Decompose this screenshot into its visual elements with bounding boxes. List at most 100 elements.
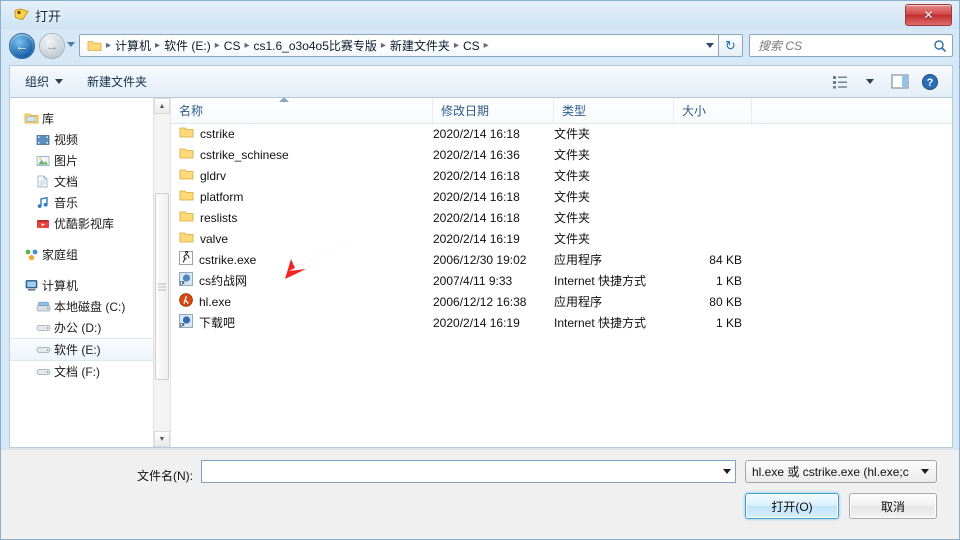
file-type-cell: 文件夹 (554, 211, 591, 225)
new-folder-button[interactable]: 新建文件夹 (78, 69, 156, 95)
filetype-value: hl.exe 或 cstrike.exe (hl.exe;c (752, 465, 909, 479)
column-header-date[interactable]: 修改日期 (433, 98, 554, 123)
scrollbar-grip-icon (158, 283, 166, 290)
breadcrumb-item-0[interactable]: 计算机 (112, 35, 154, 56)
table-row[interactable]: cstrike 2020/2/14 16:18 文件夹 (171, 123, 952, 144)
breadcrumb-item-2[interactable]: CS (221, 37, 244, 55)
drive-icon (36, 366, 54, 377)
file-type-cell: 文件夹 (554, 232, 591, 246)
sidebar-scrollbar[interactable]: ▲ ▼ (153, 98, 170, 447)
folder-icon (179, 189, 194, 205)
sidebar-item-drive-f[interactable]: 文档 (F:) (10, 361, 154, 382)
file-date-cell: 2020/2/14 16:18 (433, 168, 520, 183)
sidebar-item-computer[interactable]: 计算机 (10, 275, 154, 296)
sidebar-item-pictures[interactable]: 图片 (10, 150, 154, 171)
search-input[interactable] (750, 37, 928, 54)
help-icon[interactable]: ? (916, 70, 944, 94)
forward-button[interactable]: → (39, 33, 65, 59)
column-header-name[interactable]: 名称 (171, 98, 433, 123)
table-row[interactable]: cstrike.exe 2006/12/30 19:02 应用程序 84 KB (171, 249, 952, 270)
breadcrumb-item-4[interactable]: 新建文件夹 (387, 35, 453, 56)
view-options-icon[interactable] (826, 70, 854, 94)
breadcrumb-item-5[interactable]: CS (460, 37, 483, 55)
sidebar-item-homegroup[interactable]: 家庭组 (10, 244, 154, 265)
scroll-up-button[interactable]: ▲ (154, 98, 170, 114)
refresh-button[interactable]: ↻ (719, 34, 743, 57)
table-row[interactable]: reslists 2020/2/14 16:18 文件夹 (171, 207, 952, 228)
file-name-label: gldrv (200, 168, 227, 183)
sidebar-item-drive-d[interactable]: 办公 (D:) (10, 317, 154, 338)
file-name-cell: cstrike_schinese (171, 147, 433, 163)
sidebar-item-drive-e[interactable]: 软件 (E:) (10, 338, 154, 361)
sidebar-item-local-disk-c[interactable]: 本地磁盘 (C:) (10, 296, 154, 317)
table-row[interactable]: valve 2020/2/14 16:19 文件夹 (171, 228, 952, 249)
filename-input[interactable] (202, 463, 718, 480)
sidebar-group-computer: 计算机 本地磁盘 (C:) 办公 (D:) 软件 (E:) 文档 (F:) (10, 275, 154, 382)
file-name-label: valve (200, 231, 229, 246)
sidebar-item-label: 优酷影视库 (54, 217, 115, 231)
file-size-cell: 1 KB (715, 273, 742, 288)
view-options-dropdown-icon[interactable] (856, 70, 884, 94)
sidebar-item-documents[interactable]: 文档 (10, 171, 154, 192)
chevron-down-icon (921, 469, 929, 474)
sidebar-item-library[interactable]: 库 (10, 108, 154, 129)
file-name-cell: gldrv (171, 168, 433, 184)
cancel-button[interactable]: 取消 (849, 493, 937, 519)
file-name-label: cstrike (200, 126, 235, 141)
open-button[interactable]: 打开(O) (745, 493, 839, 519)
organize-label: 组织 (25, 75, 50, 89)
folder-icon (179, 231, 194, 247)
drive-icon (36, 322, 54, 333)
file-date-cell: 2007/4/11 9:33 (433, 273, 513, 288)
table-row[interactable]: cs约战网 2007/4/11 9:33 Internet 快捷方式 1 KB (171, 270, 952, 291)
sidebar-item-music[interactable]: 音乐 (10, 192, 154, 213)
sidebar-group-library: 库 视频 图片 文档 音乐 优酷影视库 (10, 108, 154, 234)
organize-button[interactable]: 组织 (16, 69, 72, 95)
close-button[interactable]: ✕ (905, 4, 952, 26)
history-dropdown-icon[interactable] (67, 42, 75, 47)
file-size-cell: 1 KB (715, 315, 742, 330)
file-type-cell: Internet 快捷方式 (554, 274, 647, 288)
table-row[interactable]: cstrike_schinese 2020/2/14 16:36 文件夹 (171, 144, 952, 165)
table-row[interactable]: hl.exe 2006/12/12 16:38 应用程序 80 KB (171, 291, 952, 312)
scrollbar-thumb[interactable] (155, 193, 169, 380)
preview-pane-icon[interactable] (886, 70, 914, 94)
column-headers: 名称 修改日期 类型 大小 (171, 98, 952, 124)
file-type-cell: 应用程序 (554, 295, 603, 309)
sidebar-item-videos[interactable]: 视频 (10, 129, 154, 150)
back-button[interactable]: ← (9, 33, 35, 59)
scroll-down-button[interactable]: ▼ (154, 431, 170, 447)
breadcrumb-item-1[interactable]: 软件 (E:) (161, 35, 214, 56)
file-name-label: cstrike_schinese (200, 147, 289, 162)
table-row[interactable]: platform 2020/2/14 16:18 文件夹 (171, 186, 952, 207)
chevron-down-icon (55, 79, 64, 84)
music-icon (36, 196, 54, 209)
sidebar-item-youku-library[interactable]: 优酷影视库 (10, 213, 154, 234)
table-row[interactable]: 下载吧 2020/2/14 16:19 Internet 快捷方式 1 KB (171, 312, 952, 333)
breadcrumb-item-3[interactable]: cs1.6_o3o4o5比赛专版 (250, 35, 379, 56)
breadcrumb-root-icon[interactable] (84, 37, 105, 54)
filename-combobox[interactable] (201, 460, 736, 483)
address-bar[interactable]: ▸ 计算机 ▸ 软件 (E:) ▸ CS ▸ cs1.6_o3o4o5比赛专版 … (79, 34, 719, 57)
address-dropdown-icon[interactable] (702, 35, 718, 56)
homegroup-icon (24, 248, 42, 261)
library-icon (24, 112, 42, 125)
new-folder-label: 新建文件夹 (87, 75, 148, 89)
file-name-label: hl.exe (199, 294, 232, 309)
column-header-size[interactable]: 大小 (674, 98, 752, 123)
table-row[interactable]: gldrv 2020/2/14 16:18 文件夹 (171, 165, 952, 186)
file-date-cell: 2020/2/14 16:18 (433, 210, 520, 225)
filename-dropdown-icon[interactable] (718, 461, 735, 482)
search-box[interactable] (749, 34, 953, 57)
column-header-type[interactable]: 类型 (554, 98, 674, 123)
toolbar-right-group: ? (826, 70, 952, 94)
system-drive-icon (36, 301, 54, 313)
documents-icon (36, 175, 54, 188)
filetype-combobox[interactable]: hl.exe 或 cstrike.exe (hl.exe;c (745, 460, 937, 483)
open-button-label: 打开(O) (771, 499, 813, 514)
file-rows: cstrike 2020/2/14 16:18 文件夹 cstrike_schi… (171, 123, 952, 447)
sidebar-item-label: 文档 (F:) (54, 365, 100, 379)
forward-arrow-icon: → (45, 38, 59, 54)
sidebar-item-label: 家庭组 (42, 248, 79, 262)
internet-shortcut-icon (179, 314, 193, 331)
